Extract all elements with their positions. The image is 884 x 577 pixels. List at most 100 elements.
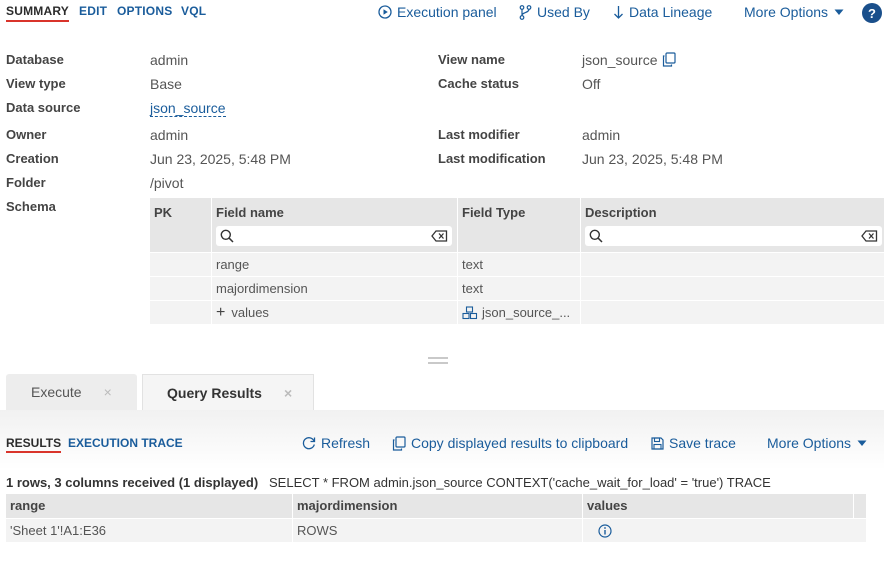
schema-label: Schema xyxy=(6,199,56,214)
tab-summary[interactable]: SUMMARY xyxy=(6,4,69,22)
caret-down-icon xyxy=(834,9,844,15)
database-value: admin xyxy=(150,52,189,68)
description-header-label: Description xyxy=(585,205,657,220)
schema-header: PK Field name Field Type Description xyxy=(150,198,884,252)
copy-results-button[interactable]: Copy displayed results to clipboard xyxy=(392,435,628,451)
save-icon xyxy=(651,436,664,450)
cubes-icon xyxy=(462,306,478,320)
description-cell xyxy=(581,277,884,301)
field-type-header: Field Type xyxy=(458,198,581,252)
tab-options[interactable]: OPTIONS xyxy=(117,4,172,18)
table-row[interactable]: 'Sheet 1'!A1:E36 ROWS xyxy=(6,518,866,543)
data-source-link[interactable]: json_source xyxy=(150,100,226,117)
refresh-icon xyxy=(302,437,316,450)
field-name-text: values xyxy=(231,305,269,320)
view-type-value: Base xyxy=(150,76,182,92)
field-name-cell: range xyxy=(212,253,458,277)
data-source-label: Data source xyxy=(6,100,81,115)
field-name-cell: majordimension xyxy=(212,277,458,301)
field-name-header-label: Field name xyxy=(216,205,284,220)
column-header-range[interactable]: range xyxy=(6,494,293,518)
tab-execute[interactable]: Execute × xyxy=(6,374,137,410)
field-type-cell: text xyxy=(458,277,581,301)
clear-icon[interactable] xyxy=(431,230,448,242)
results-summary: 1 rows, 3 columns received (1 displayed)… xyxy=(6,475,771,490)
results-more-options-label: More Options xyxy=(767,435,852,451)
close-icon[interactable]: × xyxy=(284,385,292,401)
creation-value: Jun 23, 2025, 5:48 PM xyxy=(150,151,291,167)
field-type-header-label: Field Type xyxy=(462,205,526,220)
values-cell xyxy=(583,519,866,543)
save-trace-label: Save trace xyxy=(669,435,736,451)
column-header-majordimension[interactable]: majordimension xyxy=(293,494,583,518)
fork-icon xyxy=(519,4,532,20)
results-header: range majordimension values xyxy=(6,494,866,518)
field-name-cell: + values xyxy=(212,301,458,325)
results-table: range majordimension values 'Sheet 1'!A1… xyxy=(6,494,866,543)
save-trace-button[interactable]: Save trace xyxy=(651,435,736,451)
info-icon[interactable] xyxy=(598,524,612,538)
search-icon xyxy=(589,229,603,243)
copy-icon[interactable] xyxy=(662,52,676,67)
search-icon xyxy=(220,229,234,243)
pk-cell xyxy=(150,277,212,301)
bottom-panel-tabs: Execute × Query Results × xyxy=(0,372,884,410)
schema-table: PK Field name Field Type Description ran… xyxy=(150,198,884,325)
tab-edit[interactable]: EDIT xyxy=(79,4,107,18)
column-header-values[interactable]: values xyxy=(583,494,854,518)
arrow-down-icon xyxy=(614,5,623,19)
copy-icon xyxy=(392,435,406,451)
last-modification-label: Last modification xyxy=(438,151,546,166)
range-cell: 'Sheet 1'!A1:E36 xyxy=(6,519,293,543)
copy-results-label: Copy displayed results to clipboard xyxy=(411,435,629,451)
tab-results[interactable]: RESULTS xyxy=(6,436,62,453)
cache-status-label: Cache status xyxy=(438,76,519,91)
folder-label: Folder xyxy=(6,175,46,190)
refresh-button[interactable]: Refresh xyxy=(302,435,370,451)
expand-icon[interactable]: + xyxy=(216,304,225,321)
last-modifier-value: admin xyxy=(582,127,621,143)
description-header: Description xyxy=(581,198,884,252)
view-type-label: View type xyxy=(6,76,66,91)
tab-vql[interactable]: VQL xyxy=(181,4,206,18)
description-cell xyxy=(581,253,884,277)
last-modification-value: Jun 23, 2025, 5:48 PM xyxy=(582,151,723,167)
play-circle-icon xyxy=(378,5,392,19)
schema-row[interactable]: + values json_source_... xyxy=(150,300,884,325)
field-name-header: Field name xyxy=(212,198,458,252)
panel-splitter-handle[interactable] xyxy=(428,357,448,366)
used-by-label: Used By xyxy=(537,4,590,20)
creation-label: Creation xyxy=(6,151,59,166)
results-more-options-button[interactable]: More Options xyxy=(767,435,868,451)
field-type-cell: text xyxy=(458,253,581,277)
more-options-button[interactable]: More Options xyxy=(744,4,845,20)
cache-status-value: Off xyxy=(582,76,601,92)
close-icon[interactable]: × xyxy=(104,384,112,400)
description-cell xyxy=(581,301,884,325)
view-name-label: View name xyxy=(438,52,505,67)
tab-execution-trace[interactable]: EXECUTION TRACE xyxy=(68,436,183,450)
schema-row[interactable]: range text xyxy=(150,252,884,277)
description-filter-input[interactable] xyxy=(585,226,882,246)
majordimension-cell: ROWS xyxy=(293,519,583,543)
pk-cell xyxy=(150,301,212,325)
tab-execute-label: Execute xyxy=(31,384,82,400)
schema-row[interactable]: majordimension text xyxy=(150,276,884,301)
results-count: 1 rows, 3 columns received (1 displayed) xyxy=(6,475,259,490)
last-modifier-label: Last modifier xyxy=(438,127,520,142)
tab-query-results-label: Query Results xyxy=(167,384,262,401)
database-label: Database xyxy=(6,52,64,67)
tab-query-results[interactable]: Query Results × xyxy=(142,374,314,410)
execution-panel-button[interactable]: Execution panel xyxy=(378,4,497,20)
help-icon[interactable]: ? xyxy=(862,3,882,23)
field-type-text: json_source_... xyxy=(482,305,571,320)
results-query: SELECT * FROM admin.json_source CONTEXT(… xyxy=(269,475,771,490)
field-name-filter-input[interactable] xyxy=(216,226,452,246)
results-toolbar: RESULTS EXECUTION TRACE Refresh Copy dis… xyxy=(0,410,884,470)
pk-cell xyxy=(150,253,212,277)
top-navigation: SUMMARY EDIT OPTIONS VQL Execution panel… xyxy=(0,0,884,28)
caret-down-icon xyxy=(857,440,867,446)
data-lineage-button[interactable]: Data Lineage xyxy=(613,4,712,20)
used-by-button[interactable]: Used By xyxy=(519,4,590,20)
clear-icon[interactable] xyxy=(861,230,878,242)
